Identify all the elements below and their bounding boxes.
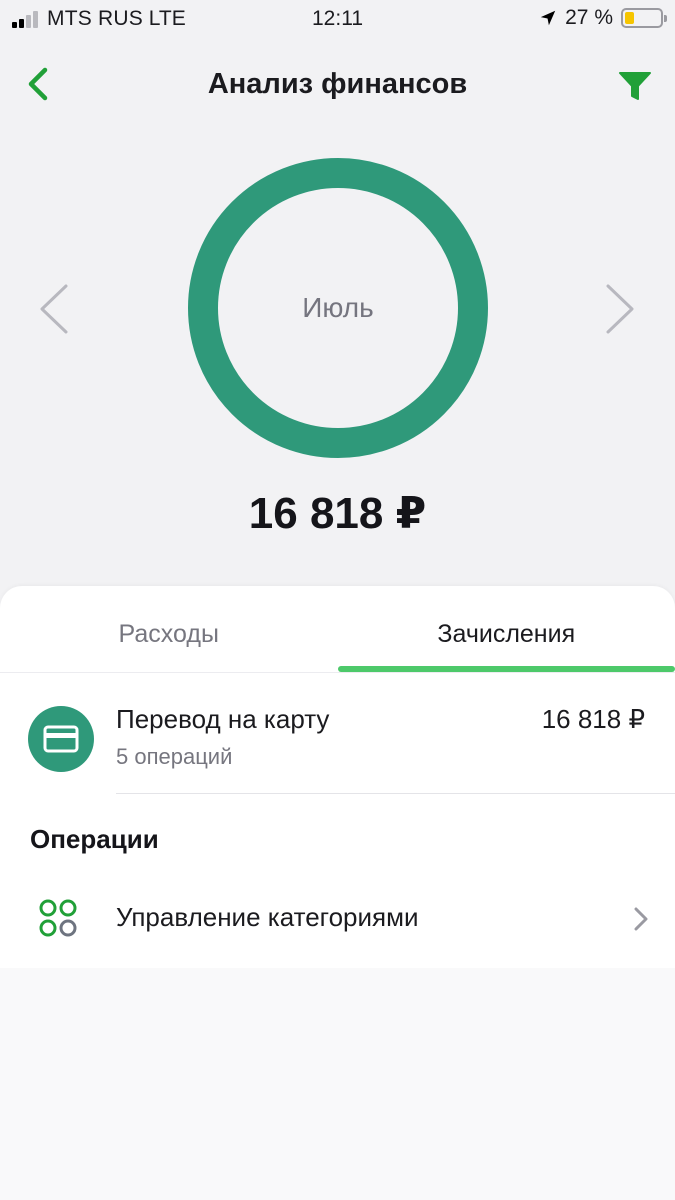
manage-categories-row[interactable]: Управление категориями (0, 888, 675, 952)
filter-icon (619, 72, 651, 100)
status-right: 27 % (539, 6, 667, 30)
previous-month-button[interactable] (36, 282, 72, 336)
tab-income[interactable]: Зачисления (338, 586, 675, 674)
empty-area (0, 968, 675, 1200)
page-title: Анализ финансов (207, 68, 468, 100)
category-title: Перевод на карту (116, 704, 330, 734)
header: Анализ финансов (0, 58, 675, 110)
card-icon-glyph (43, 725, 79, 753)
tabs: Расходы Зачисления (0, 586, 675, 674)
battery-icon (621, 8, 667, 28)
row-divider (116, 793, 675, 794)
month-label: Июль (302, 292, 374, 323)
next-month-button[interactable] (602, 282, 638, 336)
finance-analysis-screen: MTS RUS LTE 12:11 27 % Анализ финансов И… (0, 0, 675, 1200)
manage-categories-label: Управление категориями (116, 902, 419, 932)
card-icon (28, 706, 94, 772)
filter-button[interactable] (615, 66, 655, 106)
location-arrow-icon (540, 10, 556, 26)
category-amount: 16 818 ₽ (541, 704, 645, 734)
battery-level (625, 12, 635, 24)
details-sheet: Расходы Зачисления Перевод на карту 5 оп… (0, 586, 675, 968)
battery-percent: 27 % (565, 6, 613, 29)
categories-grid-icon (39, 899, 77, 937)
operations-section-title: Операции (30, 824, 159, 854)
chevron-right-icon (634, 907, 648, 931)
category-operations-count: 5 операций (116, 744, 233, 769)
donut-chart: Июль (188, 158, 488, 458)
category-row[interactable]: Перевод на карту 5 операций 16 818 ₽ (0, 698, 675, 794)
tabs-divider (0, 672, 675, 673)
status-bar: MTS RUS LTE 12:11 27 % (0, 0, 675, 38)
total-amount: 16 818 ₽ (248, 489, 427, 538)
tab-expenses[interactable]: Расходы (0, 586, 338, 674)
